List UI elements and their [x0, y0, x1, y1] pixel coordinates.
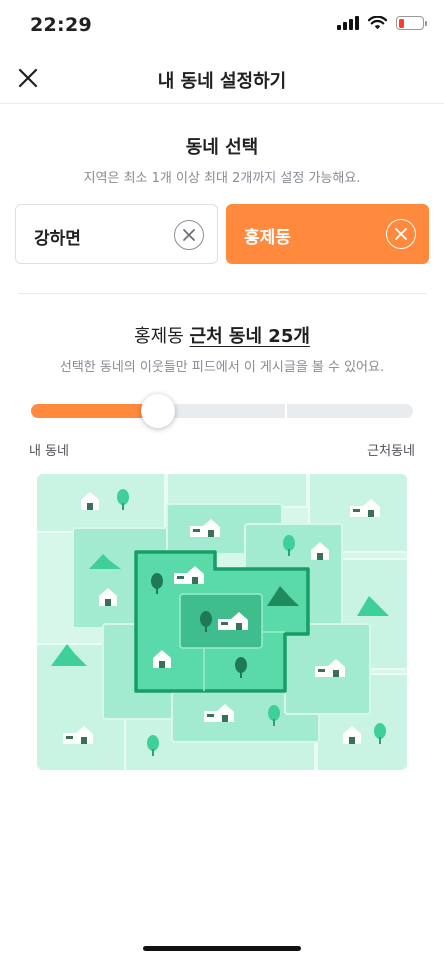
remove-circle-icon: [395, 228, 407, 240]
range-count-link[interactable]: 근처 동네 25개: [190, 326, 310, 347]
area-selection-title: 동네 선택: [185, 137, 259, 158]
slider-step-tick: [284, 404, 287, 418]
area-chip-label: 강하면: [34, 229, 81, 249]
range-description: 선택한 동네의 이웃들만 피드에서 이 게시글을 볼 수 있어요.: [59, 360, 385, 375]
battery-level: [398, 18, 404, 28]
area-chip-label: 홍제동: [244, 228, 291, 248]
neighborhood-map: [37, 474, 407, 770]
header-bar: 내 동네 설정하기: [0, 54, 444, 104]
status-time: 22:29: [30, 14, 92, 36]
slider-max-label: 근처동네: [367, 444, 415, 459]
section-divider: [18, 293, 426, 294]
area-selection-description: 지역은 최소 1개 이상 최대 2개까지 설정 가능해요.: [83, 171, 361, 186]
home-indicator: [143, 946, 301, 951]
remove-circle-icon: [183, 229, 195, 241]
remove-area-button[interactable]: [174, 220, 204, 250]
range-area-name: 홍제동: [134, 326, 184, 347]
status-bar: 22:29: [0, 0, 444, 54]
range-slider[interactable]: [31, 394, 413, 428]
page-title: 내 동네 설정하기: [157, 71, 287, 92]
area-chip-gangha[interactable]: 강하면: [15, 204, 218, 264]
status-icons: [337, 16, 427, 30]
remove-area-button[interactable]: [386, 219, 416, 249]
wifi-icon: [368, 16, 387, 30]
battery-icon: [396, 16, 427, 30]
cellular-signal-icon: [337, 16, 359, 30]
slider-min-label: 내 동네: [29, 444, 70, 459]
area-chip-hongje[interactable]: 홍제동: [226, 204, 429, 264]
range-title: 홍제동 근처 동네 25개: [0, 322, 444, 348]
slider-thumb[interactable]: [141, 394, 176, 428]
